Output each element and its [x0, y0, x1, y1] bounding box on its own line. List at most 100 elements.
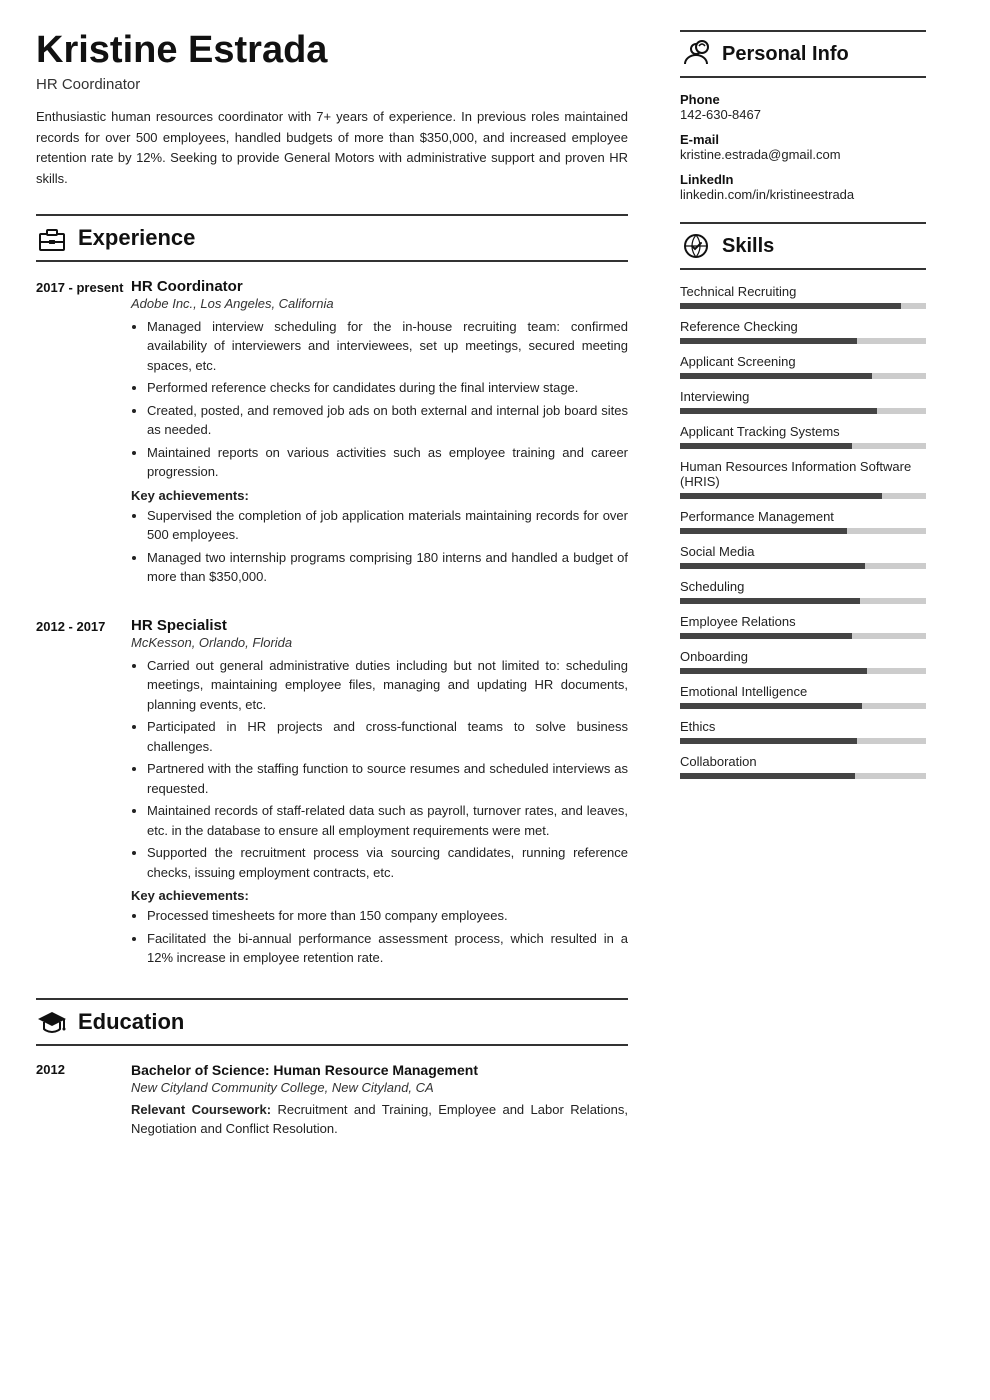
- skill-bar-bg-2: [680, 373, 926, 379]
- candidate-name: Kristine Estrada: [36, 30, 628, 72]
- phone-value: 142-630-8467: [680, 107, 761, 122]
- skills-title: Skills: [722, 235, 774, 258]
- skill-bar-bg-8: [680, 598, 926, 604]
- skill-name-7: Social Media: [680, 544, 926, 559]
- skill-name-11: Emotional Intelligence: [680, 684, 926, 699]
- experience-list: 2017 - present HR Coordinator Adobe Inc.…: [36, 278, 628, 974]
- skill-name-10: Onboarding: [680, 649, 926, 664]
- exp-content-2: HR Specialist McKesson, Orlando, Florida…: [131, 617, 628, 974]
- exp-bullets-1: Managed interview scheduling for the in-…: [131, 317, 628, 482]
- skills-icon: [680, 230, 712, 262]
- exp-bullet: Created, posted, and removed job ads on …: [147, 401, 628, 440]
- personal-info-section-header: Personal Info: [680, 30, 926, 78]
- exp-achievements-1: Supervised the completion of job applica…: [131, 506, 628, 587]
- skill-item-11: Emotional Intelligence: [680, 684, 926, 709]
- skill-name-8: Scheduling: [680, 579, 926, 594]
- skill-bar-fill-0: [680, 303, 901, 309]
- phone-label: Phone: [680, 92, 926, 107]
- skill-bar-fill-5: [680, 493, 882, 499]
- graduation-icon: [36, 1006, 68, 1038]
- achievements-label-1: Key achievements:: [131, 488, 628, 503]
- experience-title: Experience: [78, 225, 195, 251]
- linkedin-value: linkedin.com/in/kristineestrada: [680, 187, 854, 202]
- header-section: Kristine Estrada HR Coordinator Enthusia…: [36, 30, 628, 190]
- skill-bar-fill-4: [680, 443, 852, 449]
- exp-bullets-2: Carried out general administrative dutie…: [131, 656, 628, 883]
- personal-info-title: Personal Info: [722, 43, 849, 66]
- skill-bar-bg-9: [680, 633, 926, 639]
- edu-coursework-1: Relevant Coursework: Recruitment and Tra…: [131, 1100, 628, 1139]
- skill-bar-bg-12: [680, 738, 926, 744]
- coursework-label: Relevant Coursework:: [131, 1102, 271, 1117]
- exp-achievement: Processed timesheets for more than 150 c…: [147, 906, 628, 926]
- edu-degree-1: Bachelor of Science: Human Resource Mana…: [131, 1062, 628, 1078]
- skill-item-7: Social Media: [680, 544, 926, 569]
- skill-bar-fill-3: [680, 408, 877, 414]
- skill-name-2: Applicant Screening: [680, 354, 926, 369]
- skill-item-8: Scheduling: [680, 579, 926, 604]
- skill-name-0: Technical Recruiting: [680, 284, 926, 299]
- exp-bullet: Performed reference checks for candidate…: [147, 378, 628, 398]
- email-value: kristine.estrada@gmail.com: [680, 147, 841, 162]
- skill-bar-fill-1: [680, 338, 857, 344]
- skill-name-12: Ethics: [680, 719, 926, 734]
- skill-item-4: Applicant Tracking Systems: [680, 424, 926, 449]
- edu-school-1: New Cityland Community College, New City…: [131, 1080, 628, 1095]
- skill-name-1: Reference Checking: [680, 319, 926, 334]
- skill-item-9: Employee Relations: [680, 614, 926, 639]
- skill-item-5: Human Resources Information Software (HR…: [680, 459, 926, 499]
- exp-job-title-1: HR Coordinator: [131, 278, 628, 295]
- exp-bullet: Maintained reports on various activities…: [147, 443, 628, 482]
- skill-name-6: Performance Management: [680, 509, 926, 524]
- skill-bar-fill-9: [680, 633, 852, 639]
- skill-bar-bg-0: [680, 303, 926, 309]
- skill-bar-fill-10: [680, 668, 867, 674]
- candidate-summary: Enthusiastic human resources coordinator…: [36, 107, 628, 190]
- skill-bar-bg-3: [680, 408, 926, 414]
- skill-name-13: Collaboration: [680, 754, 926, 769]
- skill-bar-bg-10: [680, 668, 926, 674]
- skill-bar-fill-11: [680, 703, 862, 709]
- linkedin-item: LinkedIn linkedin.com/in/kristineestrada: [680, 172, 926, 202]
- skill-bar-fill-6: [680, 528, 847, 534]
- candidate-title: HR Coordinator: [36, 76, 628, 93]
- skill-item-1: Reference Checking: [680, 319, 926, 344]
- exp-bullet: Partnered with the staffing function to …: [147, 759, 628, 798]
- skill-item-6: Performance Management: [680, 509, 926, 534]
- skill-item-0: Technical Recruiting: [680, 284, 926, 309]
- exp-bullet: Carried out general administrative dutie…: [147, 656, 628, 715]
- exp-achievement: Facilitated the bi-annual performance as…: [147, 929, 628, 968]
- skill-item-13: Collaboration: [680, 754, 926, 779]
- briefcase-icon: [36, 222, 68, 254]
- education-entry-1: 2012 Bachelor of Science: Human Resource…: [36, 1062, 628, 1139]
- exp-company-1: Adobe Inc., Los Angeles, California: [131, 296, 628, 311]
- experience-section-header: Experience: [36, 214, 628, 262]
- skill-bar-fill-13: [680, 773, 855, 779]
- exp-achievement: Managed two internship programs comprisi…: [147, 548, 628, 587]
- skill-item-3: Interviewing: [680, 389, 926, 414]
- skill-bar-bg-6: [680, 528, 926, 534]
- skill-item-2: Applicant Screening: [680, 354, 926, 379]
- experience-entry-2: 2012 - 2017 HR Specialist McKesson, Orla…: [36, 617, 628, 974]
- skill-bar-fill-8: [680, 598, 860, 604]
- exp-date-1: 2017 - present: [36, 278, 131, 593]
- skill-bar-bg-1: [680, 338, 926, 344]
- person-icon: [680, 38, 712, 70]
- skill-item-10: Onboarding: [680, 649, 926, 674]
- skill-name-5: Human Resources Information Software (HR…: [680, 459, 926, 489]
- exp-achievements-2: Processed timesheets for more than 150 c…: [131, 906, 628, 968]
- email-item: E-mail kristine.estrada@gmail.com: [680, 132, 926, 162]
- skills-list: Technical Recruiting Reference Checking …: [680, 284, 926, 779]
- achievements-label-2: Key achievements:: [131, 888, 628, 903]
- exp-bullet: Supported the recruitment process via so…: [147, 843, 628, 882]
- skill-name-4: Applicant Tracking Systems: [680, 424, 926, 439]
- exp-company-2: McKesson, Orlando, Florida: [131, 635, 628, 650]
- experience-entry-1: 2017 - present HR Coordinator Adobe Inc.…: [36, 278, 628, 593]
- skill-name-9: Employee Relations: [680, 614, 926, 629]
- exp-content-1: HR Coordinator Adobe Inc., Los Angeles, …: [131, 278, 628, 593]
- skill-bar-fill-12: [680, 738, 857, 744]
- exp-achievement: Supervised the completion of job applica…: [147, 506, 628, 545]
- left-column: Kristine Estrada HR Coordinator Enthusia…: [0, 0, 660, 1400]
- skill-bar-bg-5: [680, 493, 926, 499]
- skill-bar-bg-4: [680, 443, 926, 449]
